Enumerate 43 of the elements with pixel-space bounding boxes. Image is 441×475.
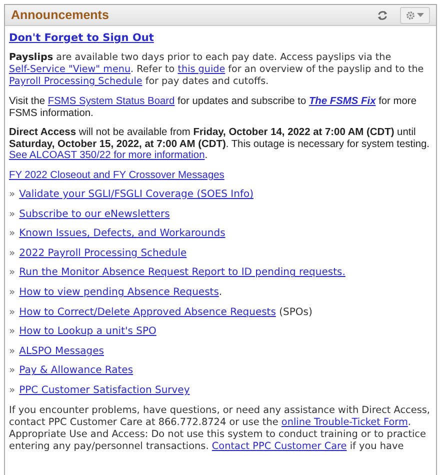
gear-icon xyxy=(406,10,415,20)
text-link[interactable]: PPC Customer Satisfaction Survey xyxy=(19,384,190,396)
bullet: » xyxy=(9,286,16,299)
panel-title: Announcements xyxy=(11,8,110,22)
text-link[interactable]: Self-Service "View" menu xyxy=(9,64,131,75)
text-link[interactable]: See ALCOAST 350/22 for more information xyxy=(9,150,205,161)
bullet: » xyxy=(9,384,16,397)
text-link[interactable]: online Trouble-Ticket Form xyxy=(281,416,408,428)
bullet: » xyxy=(9,208,16,221)
caret-icon xyxy=(417,12,424,18)
bullet: » xyxy=(9,228,16,240)
text-link[interactable]: FY 2022 Closeout and FY Crossover Messages xyxy=(9,170,224,180)
settings-menu-button[interactable] xyxy=(400,6,430,24)
notice-paragraph: Direct Access will not be available from Friday, October 14, 2022 at 7:00 AM (CDT) until Saturday, October 15, 2022, at 7:00 AM (CDT). This outage is necessary for system testing. See ALCOAST 350/22 for more information. xyxy=(9,127,430,162)
bullet: » xyxy=(9,306,16,319)
notice-paragraph: Visit the FSMS System Status Board for updates and subscribe to The FSMS Fix for more FSMS information. xyxy=(9,96,418,119)
bullet: » xyxy=(9,189,16,201)
text-link[interactable]: ALSPO Messages xyxy=(19,346,104,357)
bullet: » xyxy=(9,248,16,260)
text-link[interactable]: How to Correct/Delete Approved Absence Requests xyxy=(19,306,276,318)
text-link[interactable]: How to Lookup a unit's SPO xyxy=(19,326,156,338)
text-link[interactable]: Subscribe to our eNewsletters xyxy=(19,208,170,220)
list-item-text: How to view pending Absence Requests. xyxy=(19,286,222,299)
text-link[interactable]: this guide xyxy=(178,64,226,75)
bullet: » xyxy=(9,267,16,280)
text-link[interactable]: How to view pending Absence Requests xyxy=(19,286,219,298)
text-link[interactable]: 2022 Payroll Processing Schedule xyxy=(19,248,187,259)
text-link[interactable]: Validate your SGLI/FSGLI Coverage (SOES Info) xyxy=(19,189,254,200)
bullet: » xyxy=(9,365,16,378)
text-link[interactable]: Known Issues, Defects, and Workarounds xyxy=(19,228,226,240)
text-link[interactable]: Run the Monitor Absence Request Report to ID pending requests. xyxy=(19,267,346,278)
bullet: » xyxy=(9,326,16,338)
text-link[interactable]: FSMS System Status Board xyxy=(48,96,175,107)
refresh-icon[interactable] xyxy=(377,10,388,20)
text-link[interactable]: Contact PPC Customer Care xyxy=(212,440,347,452)
help-paragraph: If you encounter problems, have questions, or need any assistance with Direct Access, contact PPC Customer Care at 866.772.8724 or use the online Trouble-Ticket Form. Appropriate Use and Access: Do not use this system to conduct training or to practice entering any pay/personnel transactions. Contact PPC Customer Care if you have xyxy=(9,404,432,453)
text-link[interactable]: Pay & Allowance Rates xyxy=(19,365,134,376)
text-link[interactable]: Payroll Processing Schedule xyxy=(9,76,142,87)
bullet: » xyxy=(9,346,16,358)
list-item-text: How to Correct/Delete Approved Absence Requests (SPOs) xyxy=(19,306,312,319)
text-link[interactable]: The FSMS Fix xyxy=(308,96,376,107)
payslips-paragraph: Payslips are available two days prior to each pay date. Access payslips via the Self-Service "View" menu. Refer to this guide for an overview of the payslip and to the Payroll Processing Schedule for pay dates and cutoffs. xyxy=(9,52,425,88)
text-link[interactable]: Don't Forget to Sign Out xyxy=(9,32,154,44)
